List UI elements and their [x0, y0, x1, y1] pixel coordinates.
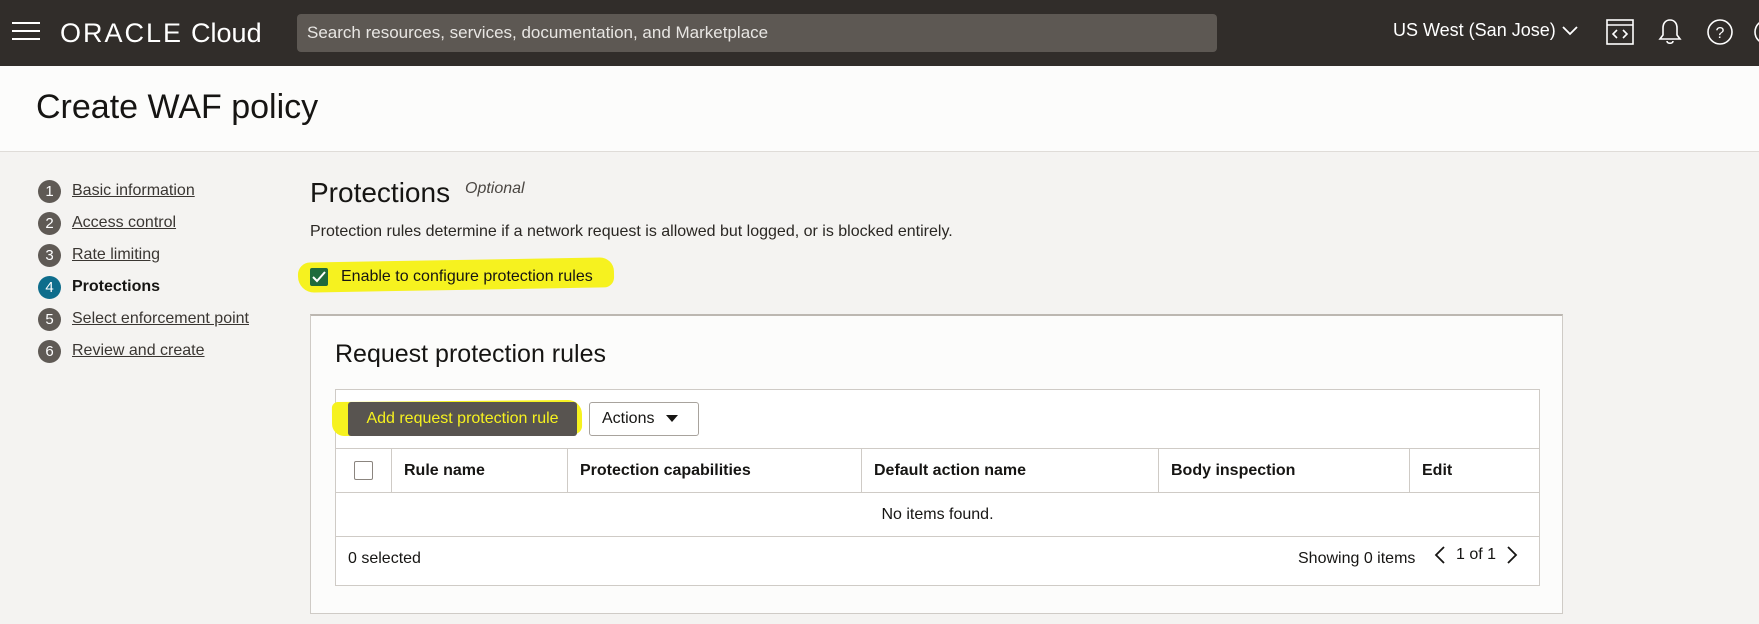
- column-default-action-name[interactable]: Default action name: [861, 449, 1158, 492]
- step-number: 1: [38, 179, 61, 203]
- brand-name: ORACLE: [60, 17, 184, 48]
- select-all-cell: [336, 449, 391, 492]
- step-number: 5: [38, 307, 61, 331]
- page-indicator: 1 of 1: [1456, 546, 1497, 563]
- page-header: Create WAF policy: [0, 66, 1759, 152]
- search-placeholder: Search resources, services, documentatio…: [307, 23, 769, 42]
- help-icon[interactable]: ?: [1705, 17, 1735, 47]
- code-editor-icon[interactable]: [1605, 17, 1635, 47]
- rules-table: Add request protection rule Actions Rule…: [331, 389, 1540, 586]
- column-rule-name[interactable]: Rule name: [391, 449, 567, 492]
- hamburger-icon[interactable]: [12, 22, 40, 42]
- column-protection-capabilities[interactable]: Protection capabilities: [567, 449, 861, 492]
- svg-text:?: ?: [1716, 25, 1725, 42]
- actions-dropdown-button[interactable]: Actions: [589, 402, 699, 436]
- wizard-steps: 1 Basic information 2 Access control 3 R…: [38, 175, 249, 367]
- checkbox-checked-icon[interactable]: [310, 268, 328, 286]
- step-number: 3: [38, 243, 61, 267]
- add-request-protection-rule-button[interactable]: Add request protection rule: [348, 402, 577, 436]
- previous-page-icon[interactable]: [1434, 546, 1446, 564]
- step-label: Protections: [72, 278, 161, 295]
- oracle-cloud-logo[interactable]: ORACLE Cloud: [60, 18, 262, 48]
- region-selector[interactable]: US West (San Jose): [1393, 20, 1578, 41]
- column-body-inspection[interactable]: Body inspection: [1158, 449, 1409, 492]
- step-number: 6: [38, 339, 61, 363]
- checkbox-label: Enable to configure protection rules: [341, 268, 593, 285]
- region-label: US West (San Jose): [1393, 20, 1556, 40]
- step-select-enforcement-point[interactable]: 5 Select enforcement point: [38, 303, 249, 335]
- section-description: Protection rules determine if a network …: [310, 223, 953, 240]
- section-title: Protections: [310, 177, 451, 208]
- step-label: Access control: [72, 214, 177, 231]
- request-protection-rules-panel: Request protection rules Add request pro…: [310, 314, 1563, 614]
- step-review-and-create[interactable]: 6 Review and create: [38, 335, 249, 367]
- step-number: 2: [38, 211, 61, 235]
- caret-down-icon: [666, 415, 679, 422]
- bell-icon[interactable]: [1655, 17, 1685, 47]
- empty-table-message: No items found.: [336, 493, 1539, 537]
- actions-label: Actions: [602, 410, 655, 427]
- chevron-down-icon: [1562, 25, 1578, 35]
- step-number: 4: [38, 275, 61, 299]
- step-basic-information[interactable]: 1 Basic information: [38, 175, 249, 207]
- step-label: Rate limiting: [72, 246, 161, 263]
- step-access-control[interactable]: 2 Access control: [38, 207, 249, 239]
- next-page-icon[interactable]: [1506, 546, 1518, 564]
- page-title: Create WAF policy: [36, 88, 319, 126]
- profile-icon[interactable]: [1752, 17, 1759, 47]
- pagination: 1 of 1: [1434, 546, 1518, 564]
- selected-count: 0 selected: [348, 550, 421, 567]
- showing-count: Showing 0 items: [1298, 550, 1416, 567]
- search-input[interactable]: Search resources, services, documentatio…: [297, 14, 1217, 52]
- step-label: Review and create: [72, 342, 205, 359]
- step-protections[interactable]: 4 Protections: [38, 271, 249, 303]
- enable-protection-rules-checkbox[interactable]: Enable to configure protection rules: [310, 268, 593, 286]
- column-edit: Edit: [1409, 449, 1539, 492]
- product-name: Cloud: [191, 17, 262, 48]
- select-all-checkbox[interactable]: [354, 461, 373, 480]
- table-header: Rule name Protection capabilities Defaul…: [336, 448, 1539, 493]
- panel-title: Request protection rules: [335, 340, 606, 368]
- step-label: Basic information: [72, 182, 195, 199]
- optional-label: Optional: [465, 180, 525, 197]
- top-navigation-bar: ORACLE Cloud Search resources, services,…: [0, 0, 1759, 66]
- step-rate-limiting[interactable]: 3 Rate limiting: [38, 239, 249, 271]
- step-label: Select enforcement point: [72, 310, 249, 327]
